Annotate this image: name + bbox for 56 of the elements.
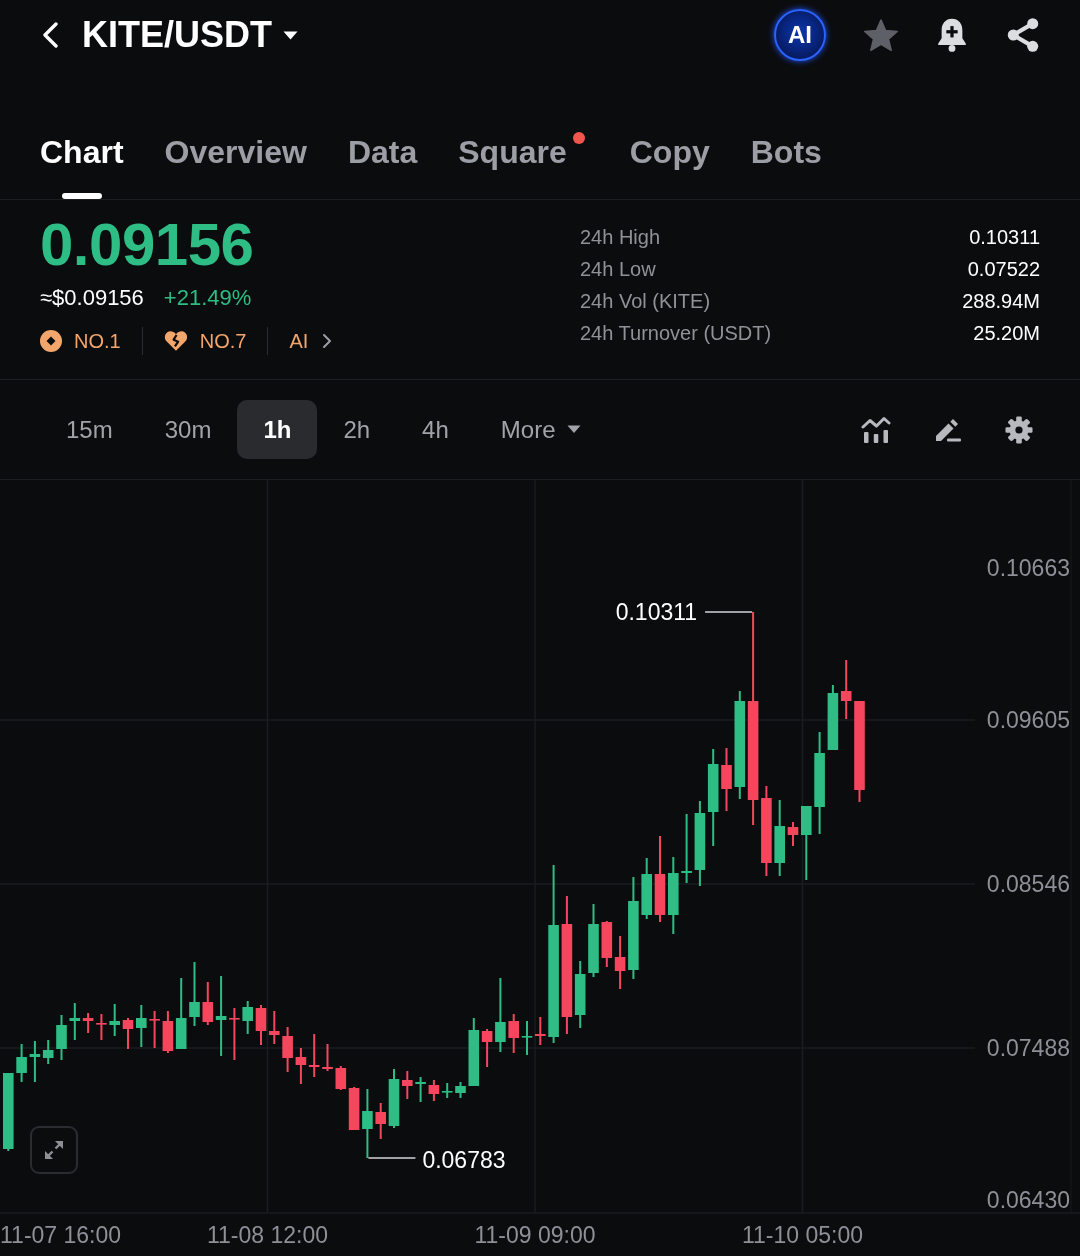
low-price-label: 0.06783 — [422, 1147, 506, 1173]
price-axis-label: 0.10663 — [986, 555, 1070, 581]
tab-underline — [61, 193, 102, 199]
price-axis-label: 0.09605 — [986, 707, 1070, 733]
tab[interactable]: Chart — [40, 130, 124, 199]
interval-tab[interactable]: 15m — [40, 400, 139, 459]
stat-value: 0.10311 — [969, 225, 1040, 250]
coin-icon — [40, 330, 62, 352]
tab[interactable]: Square — [458, 130, 567, 199]
stat-value: 288.94M — [962, 289, 1040, 314]
stat-label: 24h High — [580, 225, 661, 250]
ai-button[interactable]: AI — [774, 9, 826, 61]
price-axis-label: 0.08546 — [986, 871, 1070, 897]
caret-icon — [567, 425, 582, 434]
tab[interactable]: Data — [347, 130, 418, 199]
pair-selector[interactable]: KITE/USDT — [82, 13, 298, 57]
expand-button[interactable] — [30, 1126, 78, 1174]
share-icon[interactable] — [1006, 18, 1040, 52]
time-axis-label: 11-09 09:00 — [474, 1222, 596, 1248]
more-dropdown[interactable]: More — [474, 400, 608, 459]
expand-icon — [42, 1138, 66, 1162]
heart-icon — [163, 330, 188, 352]
favorite-star-icon[interactable] — [864, 18, 898, 52]
leader-line — [704, 611, 753, 613]
settings-icon[interactable] — [1005, 415, 1033, 444]
stat-value: 25.20M — [973, 321, 1040, 346]
price-axis-label: 0.07488 — [986, 1035, 1070, 1061]
tab[interactable]: Overview — [164, 130, 307, 199]
stat-label: 24h Vol (KITE) — [580, 289, 711, 314]
time-axis-label: 11-08 12:00 — [206, 1222, 329, 1248]
stat-label: 24h Low — [580, 257, 656, 282]
tab[interactable]: Copy — [629, 130, 710, 199]
usd-price: ≈$0.09156 — [40, 284, 144, 312]
stat-label: 24h Turnover (USDT) — [580, 321, 772, 346]
ranking-label: NO.7 — [199, 329, 247, 354]
ai-link[interactable]: AI — [289, 326, 333, 356]
tab[interactable]: Bots — [750, 130, 822, 199]
back-icon — [41, 22, 61, 48]
interval-tab[interactable]: 2h — [317, 400, 397, 459]
interval-tab[interactable]: 1h — [237, 400, 318, 459]
time-axis-label: 11-10 05:00 — [741, 1222, 864, 1248]
interval-tab[interactable]: 30m — [138, 400, 238, 459]
stat-value: 0.07522 — [967, 257, 1040, 282]
high-price-label: 0.10311 — [615, 599, 698, 625]
alert-bell-icon[interactable] — [936, 18, 968, 52]
indicators-icon[interactable] — [861, 416, 891, 443]
ranking-label: NO.1 — [74, 329, 121, 354]
caret-icon — [283, 30, 298, 40]
last-price: 0.09156 — [40, 215, 254, 275]
price-axis-label: 0.06430 — [986, 1187, 1070, 1213]
price-change: +21.49% — [163, 284, 252, 312]
chevron-right-icon — [322, 333, 333, 349]
pencil-icon[interactable] — [934, 416, 962, 443]
time-axis-label: 11-07 16:00 — [0, 1222, 122, 1248]
interval-tab[interactable]: 4h — [396, 400, 475, 459]
leader-line — [367, 1157, 417, 1159]
